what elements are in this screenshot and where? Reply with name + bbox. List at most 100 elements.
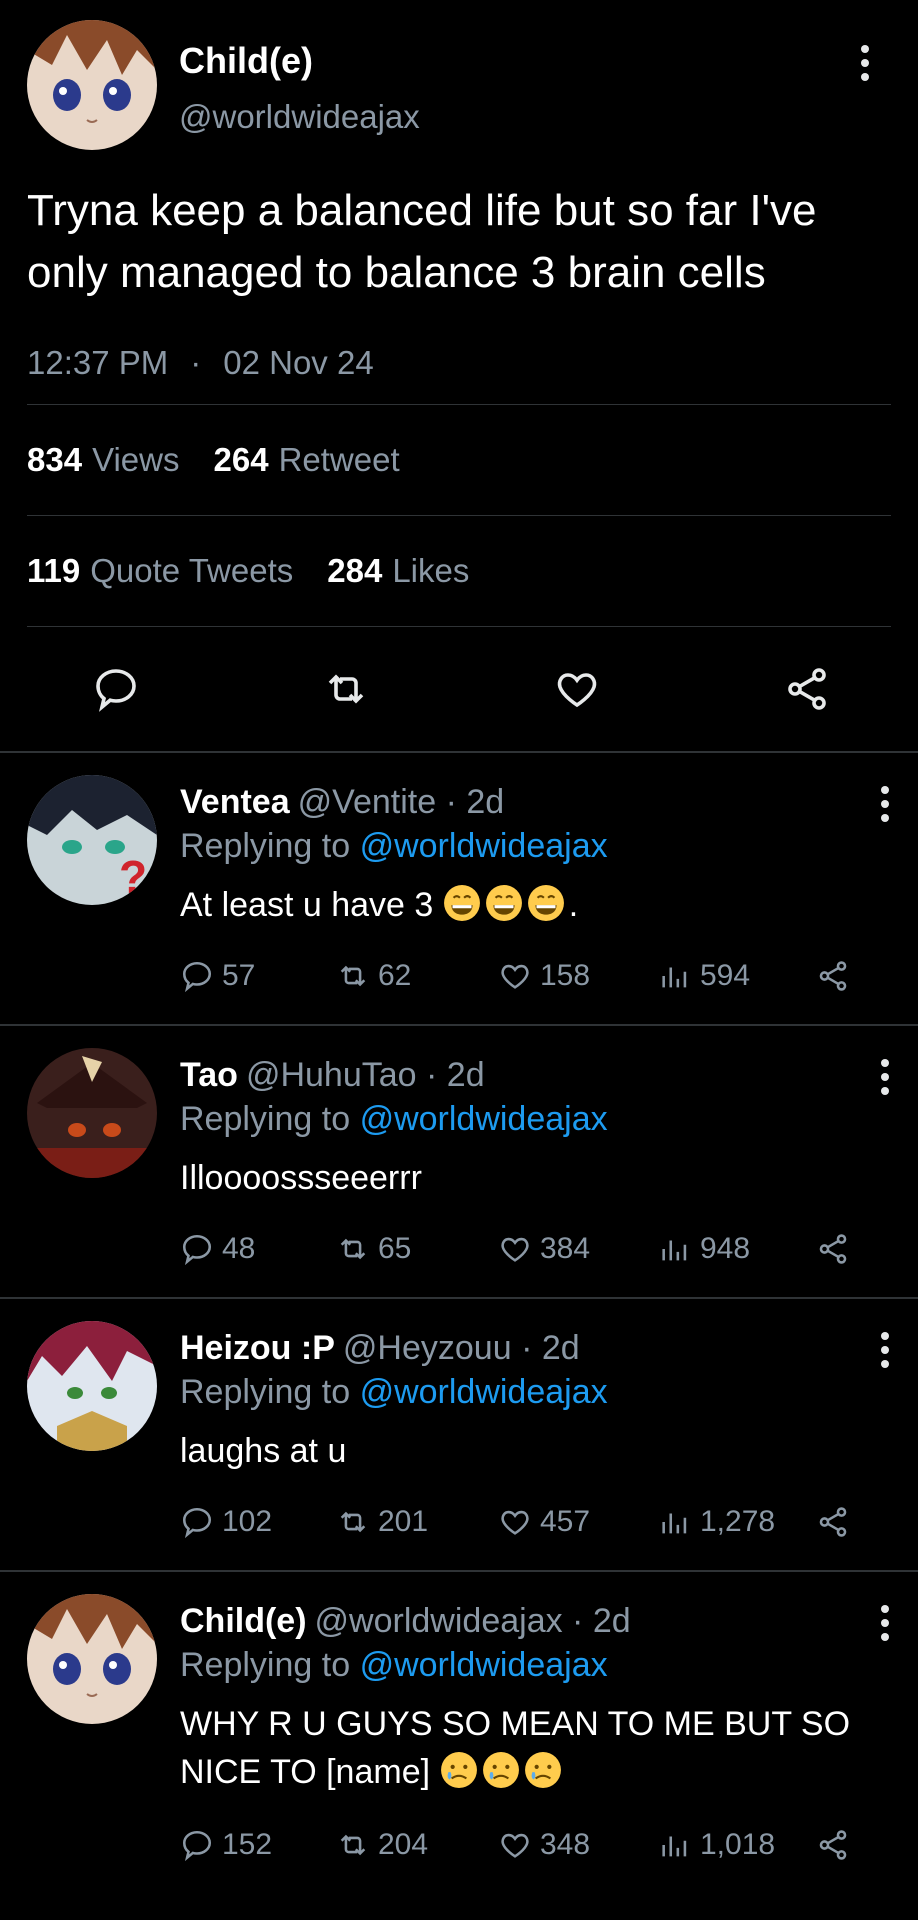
like-icon — [501, 1510, 529, 1535]
retweet-button[interactable]: 62 — [336, 959, 411, 993]
reply-author-handle[interactable]: @Ventite — [298, 783, 437, 821]
analytics-icon — [662, 1836, 687, 1857]
share-icon — [819, 961, 847, 991]
reply-author-name[interactable]: Child(e) — [180, 1602, 307, 1640]
tweet-text: Tryna keep a balanced life but so far I'… — [27, 186, 817, 297]
retweet-button[interactable]: 65 — [336, 1232, 411, 1266]
views-button[interactable]: 1,018 — [658, 1828, 775, 1862]
share-button[interactable] — [816, 1505, 858, 1539]
avatar[interactable]: ? — [27, 775, 157, 905]
comment-icon — [182, 1507, 212, 1539]
like-button[interactable]: 457 — [498, 1505, 590, 1539]
reply-item[interactable]: Heizou :P @Heyzouu · 2d Replying to @worl… — [0, 1299, 918, 1572]
mention-link[interactable]: @worldwideajax — [360, 827, 608, 865]
reply-author-handle[interactable]: @Heyzouu — [343, 1329, 512, 1367]
more-options-icon[interactable] — [879, 1605, 891, 1641]
comment-icon — [182, 961, 212, 993]
reply-header: Child(e) @worldwideajax · 2d — [180, 1602, 631, 1640]
share-icon[interactable] — [783, 665, 831, 713]
reply-header: Heizou :P @Heyzouu · 2d — [180, 1329, 580, 1367]
comment-button[interactable]: 102 — [180, 1505, 272, 1539]
crying-face-emoji — [524, 1752, 561, 1788]
replying-to: Replying to @worldwideajax — [180, 827, 608, 865]
retweet-icon[interactable] — [322, 665, 370, 713]
author-handle[interactable]: @worldwideajax — [179, 98, 420, 136]
likes-stat[interactable]: 284 Likes — [327, 552, 469, 590]
retweet-icon — [340, 965, 366, 987]
svg-text:?: ? — [119, 851, 147, 903]
avatar[interactable] — [27, 20, 157, 150]
reply-author-name[interactable]: Tao — [180, 1056, 238, 1094]
more-options-icon[interactable] — [879, 1059, 891, 1095]
like-button[interactable]: 348 — [498, 1828, 590, 1862]
tweet-time: 12:37 PM — [27, 344, 169, 381]
comment-icon — [182, 1234, 212, 1266]
replying-to: Replying to @worldwideajax — [180, 1373, 608, 1411]
like-icon[interactable] — [553, 665, 601, 713]
analytics-icon — [662, 967, 687, 988]
mention-link[interactable]: @worldwideajax — [360, 1373, 608, 1411]
reply-age: 2d — [592, 1602, 631, 1640]
reply-age: 2d — [466, 783, 505, 821]
crying-face-emoji — [440, 1752, 477, 1788]
like-icon — [501, 1237, 529, 1262]
analytics-icon — [662, 1240, 687, 1261]
mention-link[interactable]: @worldwideajax — [360, 1100, 608, 1138]
avatar[interactable] — [27, 1594, 157, 1724]
comment-icon[interactable] — [92, 665, 140, 713]
like-icon — [501, 1833, 529, 1858]
share-icon — [819, 1507, 847, 1537]
quote-tweets-stat[interactable]: 119 Quote Tweets — [27, 552, 293, 590]
mention-link[interactable]: @worldwideajax — [360, 1646, 608, 1684]
author-name[interactable]: Child(e) — [179, 40, 313, 82]
share-button[interactable] — [816, 1232, 858, 1266]
reply-author-handle[interactable]: @worldwideajax — [315, 1602, 563, 1640]
share-button[interactable] — [816, 959, 858, 993]
reply-item[interactable]: ? Ventea @Ventite · 2d Replying to @world… — [0, 753, 918, 1026]
avatar[interactable] — [27, 1048, 157, 1178]
reply-actions: 48 65 384 948 — [180, 1232, 858, 1278]
reply-item[interactable]: Child(e) @worldwideajax · 2d Replying to … — [0, 1572, 918, 1892]
more-options-icon[interactable] — [879, 1332, 891, 1368]
like-icon — [501, 964, 529, 989]
reply-text: At least u have 3 . — [180, 885, 579, 924]
views-stat[interactable]: 834 Views — [27, 441, 180, 479]
share-icon — [819, 1234, 847, 1264]
retweet-button[interactable]: 204 — [336, 1828, 428, 1862]
views-button[interactable]: 948 — [658, 1232, 750, 1266]
reply-author-handle[interactable]: @HuhuTao — [246, 1056, 417, 1094]
stats-row-1: 834 Views 264 Retweet — [27, 405, 891, 515]
comment-button[interactable]: 57 — [180, 959, 255, 993]
reply-header: Tao @HuhuTao · 2d — [180, 1056, 485, 1094]
avatar[interactable] — [27, 1321, 157, 1451]
tweet-timestamp: 12:37 PM · 02 Nov 24 — [27, 344, 891, 404]
reply-header: Ventea @Ventite · 2d — [180, 783, 505, 821]
analytics-icon — [662, 1513, 687, 1534]
comment-button[interactable]: 48 — [180, 1232, 255, 1266]
tweet-date: 02 Nov 24 — [223, 344, 374, 381]
share-button[interactable] — [816, 1828, 858, 1862]
like-button[interactable]: 384 — [498, 1232, 590, 1266]
more-options-icon[interactable] — [859, 45, 871, 81]
reply-item[interactable]: Tao @HuhuTao · 2d Replying to @worldwidea… — [0, 1026, 918, 1299]
views-button[interactable]: 1,278 — [658, 1505, 775, 1539]
main-tweet: Child(e) @worldwideajax Tryna keep a bal… — [0, 0, 918, 751]
like-button[interactable]: 158 — [498, 959, 590, 993]
views-button[interactable]: 594 — [658, 959, 750, 993]
retweet-icon — [340, 1511, 366, 1533]
grinning-face-emoji — [443, 885, 480, 921]
reply-author-name[interactable]: Ventea — [180, 783, 290, 821]
retweet-icon — [340, 1238, 366, 1260]
reply-actions: 57 62 158 594 — [180, 959, 858, 1005]
reply-actions: 102 201 457 1,278 — [180, 1505, 858, 1551]
retweets-stat[interactable]: 264 Retweet — [214, 441, 400, 479]
reply-age: 2d — [446, 1056, 485, 1094]
grinning-face-emoji — [485, 885, 522, 921]
comment-button[interactable]: 152 — [180, 1828, 272, 1862]
grinning-face-emoji — [527, 885, 564, 921]
stats-row-2: 119 Quote Tweets 284 Likes — [27, 516, 891, 626]
more-options-icon[interactable] — [879, 786, 891, 822]
retweet-button[interactable]: 201 — [336, 1505, 428, 1539]
reply-author-name[interactable]: Heizou :P — [180, 1329, 335, 1367]
crying-face-emoji — [482, 1752, 519, 1788]
